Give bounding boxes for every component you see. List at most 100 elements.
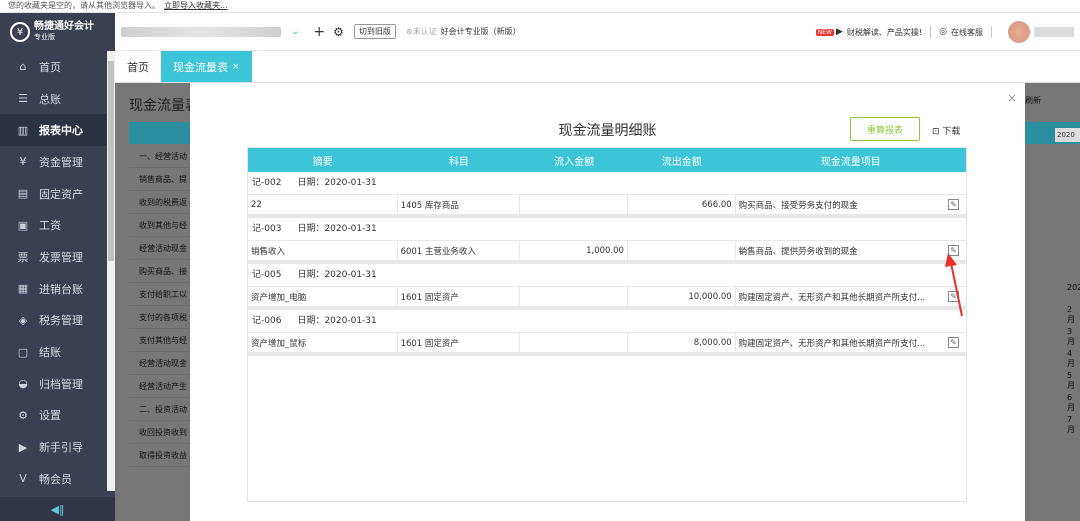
tab-cash-flow[interactable]: 现金流量表 × bbox=[161, 51, 252, 82]
tab-home[interactable]: 首页 bbox=[115, 51, 161, 82]
inflow-cell: 1,000.00 bbox=[520, 241, 628, 260]
voucher-number[interactable]: 记-002 bbox=[252, 178, 281, 188]
month-item[interactable]: 4月 bbox=[1067, 349, 1080, 369]
edit-icon[interactable]: ✎ bbox=[947, 245, 959, 256]
sidebar-item[interactable]: ▤ 固定资产 bbox=[0, 178, 115, 210]
unverified-badge[interactable]: ⊛未认证 bbox=[406, 26, 437, 37]
tax-icon: ◈ bbox=[18, 313, 28, 327]
download-button[interactable]: ⊡ 下载 bbox=[932, 124, 960, 137]
summary-cell: 销售收入 bbox=[248, 241, 398, 260]
online-service-link[interactable]: 在线客服 bbox=[951, 27, 983, 38]
sidebar-item-label: 设置 bbox=[39, 409, 61, 423]
checkout-icon: ▢ bbox=[17, 345, 29, 359]
table-header: 摘要 科目 流入金额 流出金额 现金流量项目 bbox=[248, 148, 966, 172]
edit-icon[interactable]: ✎ bbox=[947, 291, 959, 302]
chart-icon: ▥ bbox=[17, 123, 29, 137]
add-icon[interactable]: + bbox=[313, 24, 325, 40]
guide-icon: ▶ bbox=[18, 440, 28, 454]
gear-icon[interactable]: ⚙ bbox=[333, 25, 344, 39]
sidebar-item[interactable]: V 畅会员 bbox=[0, 463, 115, 495]
import-bookmarks-link[interactable]: 立即导入收藏夹... bbox=[164, 1, 228, 10]
table-row: 销售收入 6001 主营业务收入 1,000.00 销售商品、提供劳务收到的现金… bbox=[248, 240, 966, 264]
edit-icon[interactable]: ✎ bbox=[947, 337, 959, 348]
page-title: 现金流量表 bbox=[129, 98, 199, 114]
user-name-blurred[interactable] bbox=[1034, 27, 1074, 37]
sidebar-item-label: 新手引导 bbox=[39, 441, 83, 455]
salary-icon: ▣ bbox=[17, 218, 29, 232]
table-row: 22 1405 库存商品 666.00 购买商品、接受劳务支付的现金 ✎ bbox=[248, 194, 966, 218]
collapse-sidebar-button[interactable]: ◀‖ bbox=[0, 497, 115, 521]
logo-edition: 专业版 bbox=[34, 33, 55, 41]
ledger-icon: ☰ bbox=[18, 92, 28, 106]
asset-icon: ▤ bbox=[17, 187, 29, 201]
summary-cell: 资产增加_电脑 bbox=[248, 287, 398, 306]
voucher-group-header: 记-003 日期：2020-01-31 bbox=[248, 218, 966, 240]
sidebar-item-label: 首页 bbox=[39, 60, 61, 74]
cash-flow-item-cell: 购买商品、接受劳务支付的现金 ✎ bbox=[736, 195, 966, 214]
sidebar-item[interactable]: ▶ 新手引导 bbox=[0, 431, 115, 463]
sidebar-item[interactable]: ⌂ 首页 bbox=[0, 51, 115, 83]
edit-icon[interactable]: ✎ bbox=[947, 199, 959, 210]
voucher-number[interactable]: 记-006 bbox=[252, 316, 281, 326]
date-picker[interactable]: 2020 bbox=[1055, 128, 1080, 142]
sidebar-scrollbar-thumb[interactable] bbox=[108, 61, 114, 261]
cash-flow-item-cell: 购建固定资产、无形资产和其他长期资产所支付... ✎ bbox=[736, 287, 966, 306]
avatar[interactable] bbox=[1008, 21, 1030, 43]
sidebar-item[interactable]: 票发票管理 bbox=[0, 241, 115, 273]
recalculate-report-button[interactable]: 重算报表 bbox=[850, 117, 920, 141]
voucher-number[interactable]: 记-005 bbox=[252, 270, 281, 280]
voucher-number[interactable]: 记-003 bbox=[252, 224, 281, 234]
bg-table-row: 一、经营活动 bbox=[129, 145, 199, 168]
inflow-cell bbox=[520, 333, 628, 352]
company-dropdown-chevron-icon[interactable]: ⌄ bbox=[291, 26, 299, 37]
sidebar-item[interactable]: ☰ 总账 bbox=[0, 83, 115, 115]
sidebar-menu: ⌂ 首页 ☰ 总账 ▥ 报表中心 ¥ 资金管理 ▤ 固定资产 ▣ 工资票发票管理 ▦ 进销台账 ◈ 税务管理 ▢… bbox=[0, 51, 115, 495]
bg-table-row: 支付的各项税 bbox=[129, 306, 199, 329]
headset-icon: ◎ bbox=[939, 27, 947, 37]
settings-icon: ⚙ bbox=[18, 408, 28, 422]
bg-table-row: 取得投资收益 bbox=[129, 444, 199, 467]
sidebar-item[interactable]: ◈ 税务管理 bbox=[0, 305, 115, 337]
bg-table-row: 经营活动现金 bbox=[129, 352, 199, 375]
column-header: 科目 bbox=[448, 156, 469, 168]
sidebar-item-label: 总账 bbox=[39, 92, 61, 106]
month-item[interactable]: 5月 bbox=[1067, 371, 1080, 391]
new-badge: NEW bbox=[815, 28, 834, 36]
sidebar-item-label: 进销台账 bbox=[39, 282, 83, 296]
sidebar-item[interactable]: ▦ 进销台账 bbox=[0, 273, 115, 305]
promo-link[interactable]: 财税解读、产品实操! bbox=[847, 27, 922, 38]
sidebar-item-label: 结账 bbox=[39, 346, 61, 360]
sidebar-item[interactable]: ⚙ 设置 bbox=[0, 400, 115, 432]
sidebar-item[interactable]: ¥ 资金管理 bbox=[0, 146, 115, 178]
bg-table-row: 收到其他与经 bbox=[129, 214, 199, 237]
month-item[interactable]: 6月 bbox=[1067, 393, 1080, 413]
refresh-button[interactable]: 刷新 bbox=[1025, 95, 1041, 106]
sidebar-item[interactable]: ◒ 归档管理 bbox=[0, 368, 115, 400]
month-item[interactable]: 2020 bbox=[1067, 283, 1080, 292]
company-name-blurred[interactable] bbox=[121, 26, 281, 37]
sidebar-item[interactable]: ▢ 结账 bbox=[0, 336, 115, 368]
sidebar-item[interactable]: ▣ 工资 bbox=[0, 209, 115, 241]
close-icon[interactable]: × bbox=[1007, 91, 1017, 105]
sidebar-scrollbar[interactable] bbox=[107, 51, 115, 491]
bg-table-row: 购买商品、接 bbox=[129, 260, 199, 283]
close-tab-icon[interactable]: × bbox=[232, 62, 240, 72]
logo[interactable]: ¥ 畅捷通好会计 专业版 bbox=[0, 13, 115, 51]
cash-flow-item-text: 购建固定资产、无形资产和其他长期资产所支付... bbox=[738, 292, 926, 303]
sidebar-item[interactable]: ▥ 报表中心 bbox=[0, 114, 115, 147]
switch-old-version-button[interactable]: 切到旧版 bbox=[353, 24, 396, 39]
divider bbox=[991, 26, 992, 38]
sidebar: ¥ 畅捷通好会计 专业版 ⌂ 首页 ☰ 总账 ▥ 报表中心 ¥ 资金管理 ▤ 固定资产 ▣ 工资票发票… bbox=[0, 13, 115, 521]
month-item[interactable]: 2月 bbox=[1067, 305, 1080, 325]
outflow-cell: 10,000.00 bbox=[628, 287, 736, 306]
sidebar-item-label: 畅会员 bbox=[39, 472, 72, 486]
download-label: 下载 bbox=[942, 127, 961, 137]
month-item[interactable]: 3月 bbox=[1067, 327, 1080, 347]
month-item[interactable]: 7月 bbox=[1067, 415, 1080, 435]
bookmark-bar: 您的收藏夹是空的，请从其他浏览器导入。 立即导入收藏夹... bbox=[0, 0, 1080, 13]
column-header: 流入金额 bbox=[554, 156, 595, 168]
sidebar-item-label: 资金管理 bbox=[39, 155, 83, 169]
voucher-group-header: 记-002 日期：2020-01-31 bbox=[248, 172, 966, 194]
subject-cell: 6001 主营业务收入 bbox=[398, 241, 521, 260]
top-bar: ⌄ + ⚙ 切到旧版 ⊛未认证 好会计专业版（新版） NEW ▶ 财税解读、产品… bbox=[115, 13, 1080, 51]
